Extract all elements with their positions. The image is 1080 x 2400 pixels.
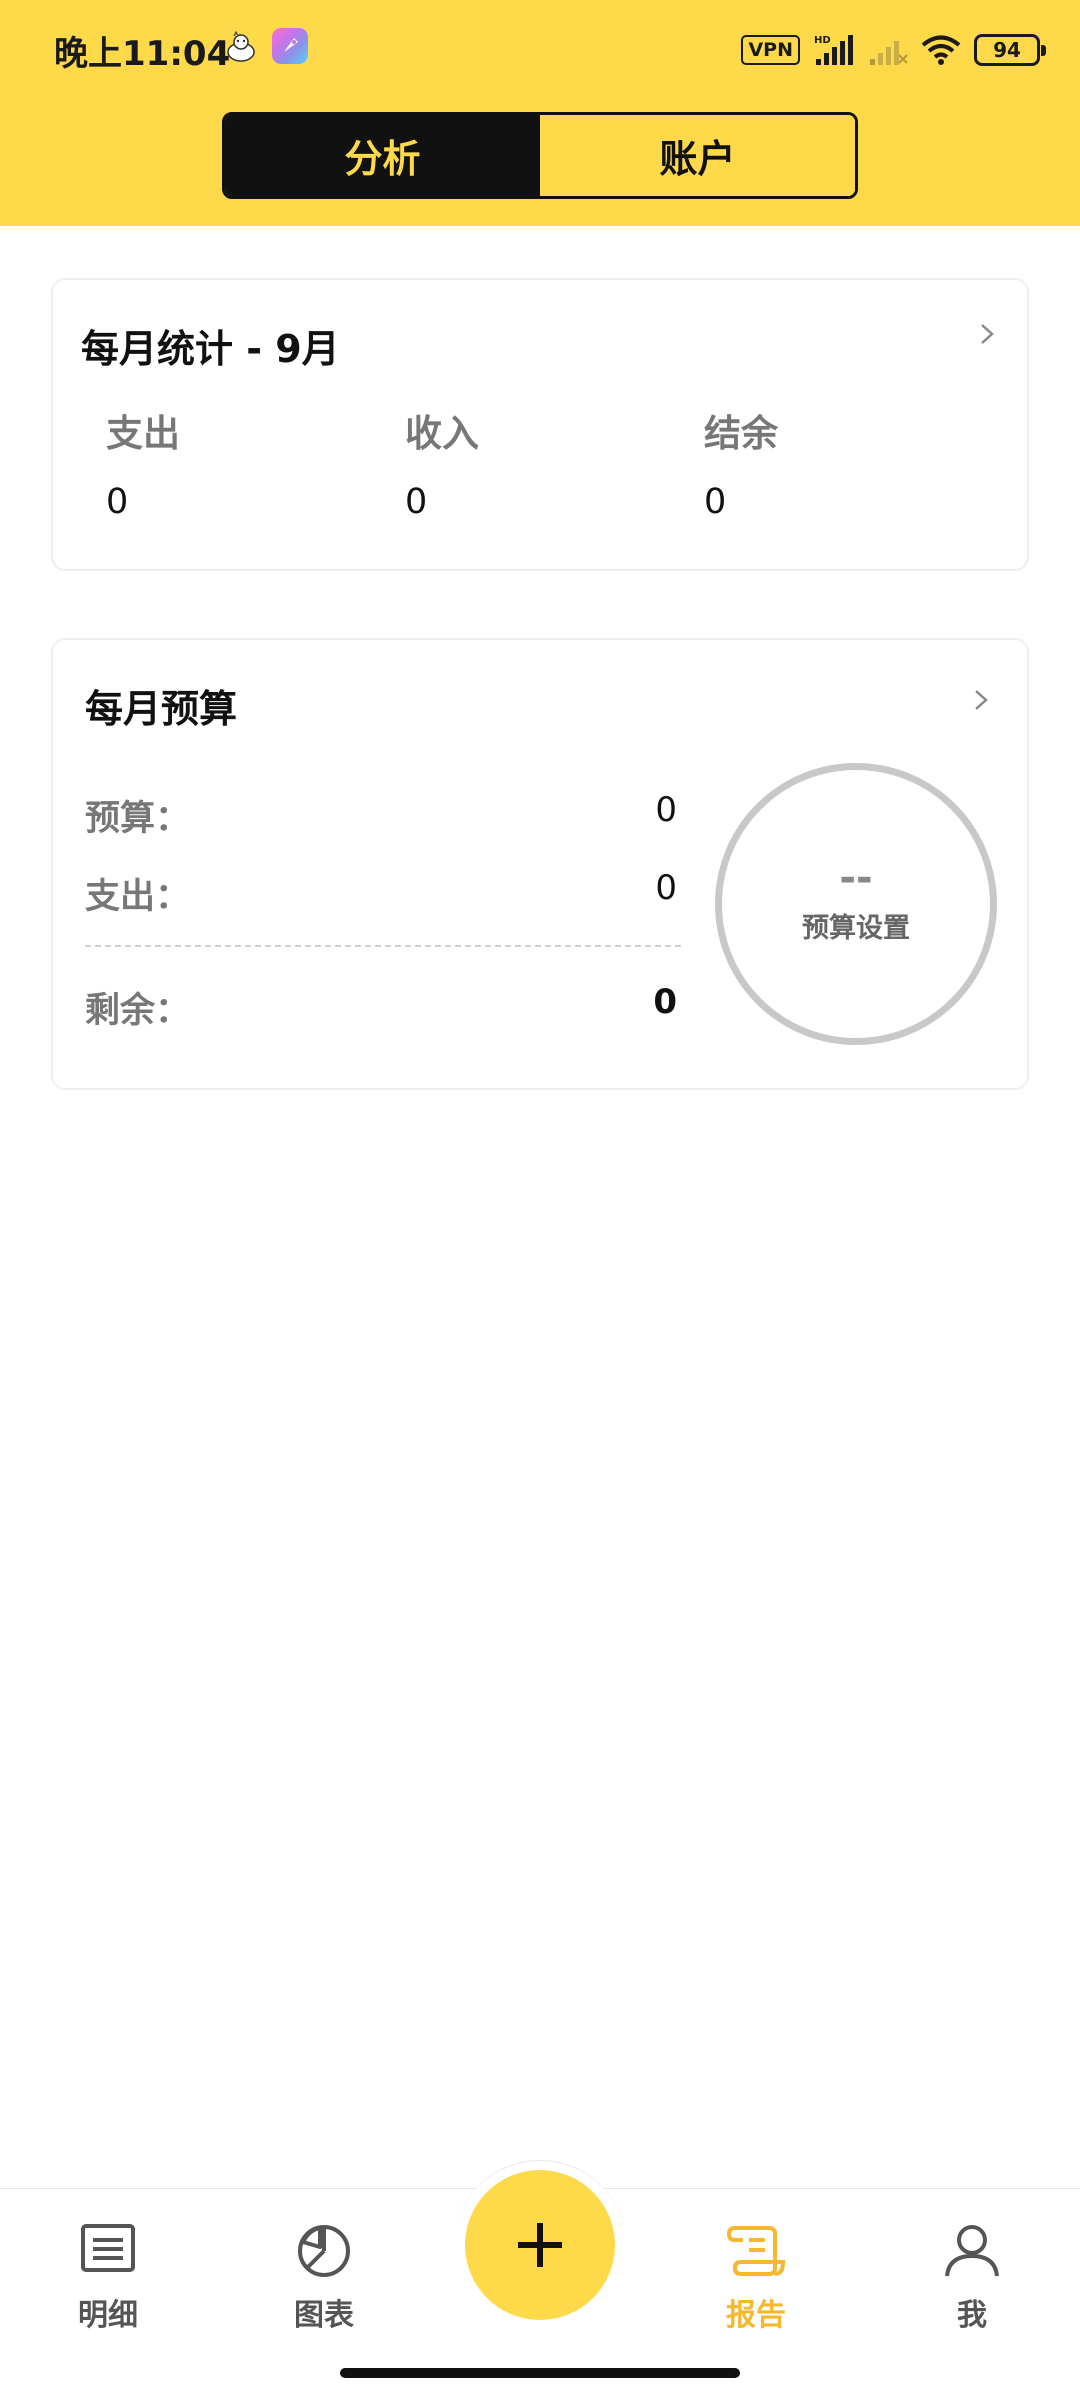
user-icon xyxy=(945,2225,999,2277)
vpn-badge: VPN xyxy=(741,35,800,65)
add-record-button[interactable] xyxy=(465,2170,615,2320)
battery-level: 94 xyxy=(993,38,1021,62)
signal-hd-icon: HD xyxy=(814,35,853,65)
svg-text:HD: HD xyxy=(814,35,831,46)
signal-weak-icon xyxy=(870,41,908,65)
spent-value: 0 xyxy=(655,868,677,908)
report-scroll-icon xyxy=(726,2226,786,2276)
chevron-right-icon[interactable] xyxy=(969,688,993,712)
nav-label-chart: 图表 xyxy=(294,2298,354,2333)
budget-ring-value: -- xyxy=(839,854,873,901)
budget-label: 预算： xyxy=(85,799,191,839)
nav-item-me[interactable]: 我 xyxy=(902,2218,1042,2334)
top-segment-control: 分析 账户 xyxy=(222,112,858,199)
rocket-app-icon xyxy=(272,28,308,64)
list-icon xyxy=(81,2224,135,2272)
monthly-stats-card[interactable]: 每月统计 - 9月 支出 0 收入 0 结余 0 xyxy=(51,278,1029,571)
nav-label-report: 报告 xyxy=(726,2298,786,2333)
budget-value: 0 xyxy=(655,790,677,830)
nav-item-detail[interactable]: 明细 xyxy=(38,2218,178,2334)
remaining-value: 0 xyxy=(653,982,677,1022)
nav-label-detail: 明细 xyxy=(78,2298,138,2333)
battery-icon: 94 xyxy=(974,34,1046,66)
balance-label: 结余 xyxy=(704,412,778,455)
monthly-stats-title: 每月统计 - 9月 xyxy=(81,327,340,371)
nav-label-me: 我 xyxy=(957,2298,987,2333)
header: 晚上11:04 VPN HD 94 分析 账户 xyxy=(0,0,1080,226)
balance-value: 0 xyxy=(704,482,727,522)
budget-setting-label: 预算设置 xyxy=(802,912,910,944)
remaining-label: 剩余： xyxy=(85,991,191,1031)
home-indicator[interactable] xyxy=(340,2368,740,2378)
dashed-divider xyxy=(85,945,681,947)
nav-item-report[interactable]: 报告 xyxy=(686,2218,826,2334)
income-value: 0 xyxy=(405,482,428,522)
budget-setting-ring[interactable]: -- 预算设置 xyxy=(715,763,997,1045)
cat-app-icon xyxy=(227,30,255,62)
monthly-budget-card[interactable]: 每月预算 预算： 0 支出： 0 剩余： 0 -- 预算设置 xyxy=(51,638,1029,1090)
status-time: 晚上11:04 xyxy=(54,34,231,74)
plus-icon xyxy=(518,2223,562,2267)
nav-item-chart[interactable]: 图表 xyxy=(254,2218,394,2334)
wifi-icon xyxy=(921,35,961,65)
monthly-budget-title: 每月预算 xyxy=(85,687,238,731)
spent-label: 支出： xyxy=(85,877,191,917)
tab-account[interactable]: 账户 xyxy=(540,115,855,196)
chevron-right-icon[interactable] xyxy=(975,322,999,346)
expense-value: 0 xyxy=(106,482,129,522)
status-icons: VPN HD 94 xyxy=(741,30,1046,70)
pie-chart-icon xyxy=(298,2225,350,2277)
tab-analysis[interactable]: 分析 xyxy=(225,115,540,196)
income-label: 收入 xyxy=(405,412,479,455)
expense-label: 支出 xyxy=(106,412,180,455)
